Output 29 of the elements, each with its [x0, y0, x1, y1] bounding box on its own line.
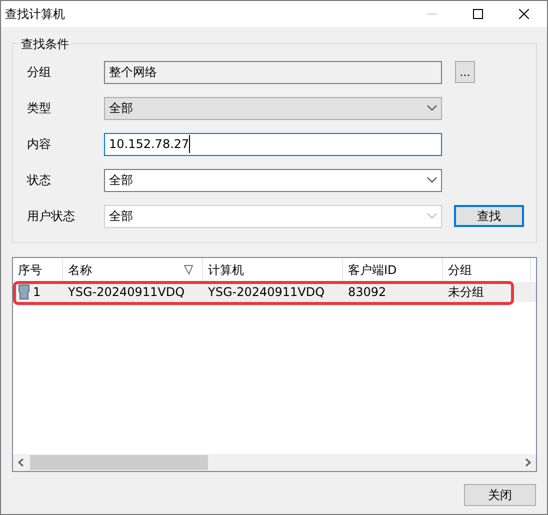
- scrollbar-thumb[interactable]: [30, 455, 208, 470]
- table-cell-text: 83092: [348, 284, 386, 301]
- computer-icon: [18, 284, 30, 300]
- maximize-icon[interactable]: [473, 9, 483, 19]
- horizontal-scrollbar[interactable]: [13, 454, 536, 471]
- result-row[interactable]: 1 YSG-20240911VDQ YSG-20240911VDQ 83092 未分组: [13, 282, 536, 302]
- input-field[interactable]: 10.152.78.27: [104, 132, 442, 156]
- group-field[interactable]: 整个网络: [104, 60, 442, 84]
- field-label: 状态: [27, 172, 52, 189]
- close-button[interactable]: 关闭: [464, 484, 536, 506]
- window-title: 查找计算机: [4, 6, 66, 23]
- field-label: 类型: [27, 100, 52, 117]
- column-header[interactable]: 名称: [63, 258, 203, 282]
- table-cell-text: YSG-20240911VDQ: [208, 284, 325, 301]
- group-title: 查找条件: [19, 35, 71, 53]
- column-header[interactable]: 计算机: [203, 258, 343, 282]
- column-header[interactable]: 序号: [13, 258, 63, 282]
- close-icon[interactable]: [519, 9, 529, 19]
- table-cell-text: YSG-20240911VDQ: [68, 284, 185, 301]
- table-cell-text: 1: [33, 284, 41, 301]
- table-cell-text: 未分组: [448, 284, 484, 301]
- field-label: 分组: [27, 64, 52, 81]
- field-label: 内容: [27, 136, 52, 153]
- column-header[interactable]: 客户端ID: [343, 258, 443, 282]
- browse-button[interactable]: ...: [455, 61, 475, 83]
- filter-icon[interactable]: [184, 265, 196, 275]
- search-button[interactable]: 查找: [454, 205, 524, 227]
- field-label: 用户状态: [27, 208, 76, 225]
- dropdown[interactable]: 全部: [104, 168, 442, 192]
